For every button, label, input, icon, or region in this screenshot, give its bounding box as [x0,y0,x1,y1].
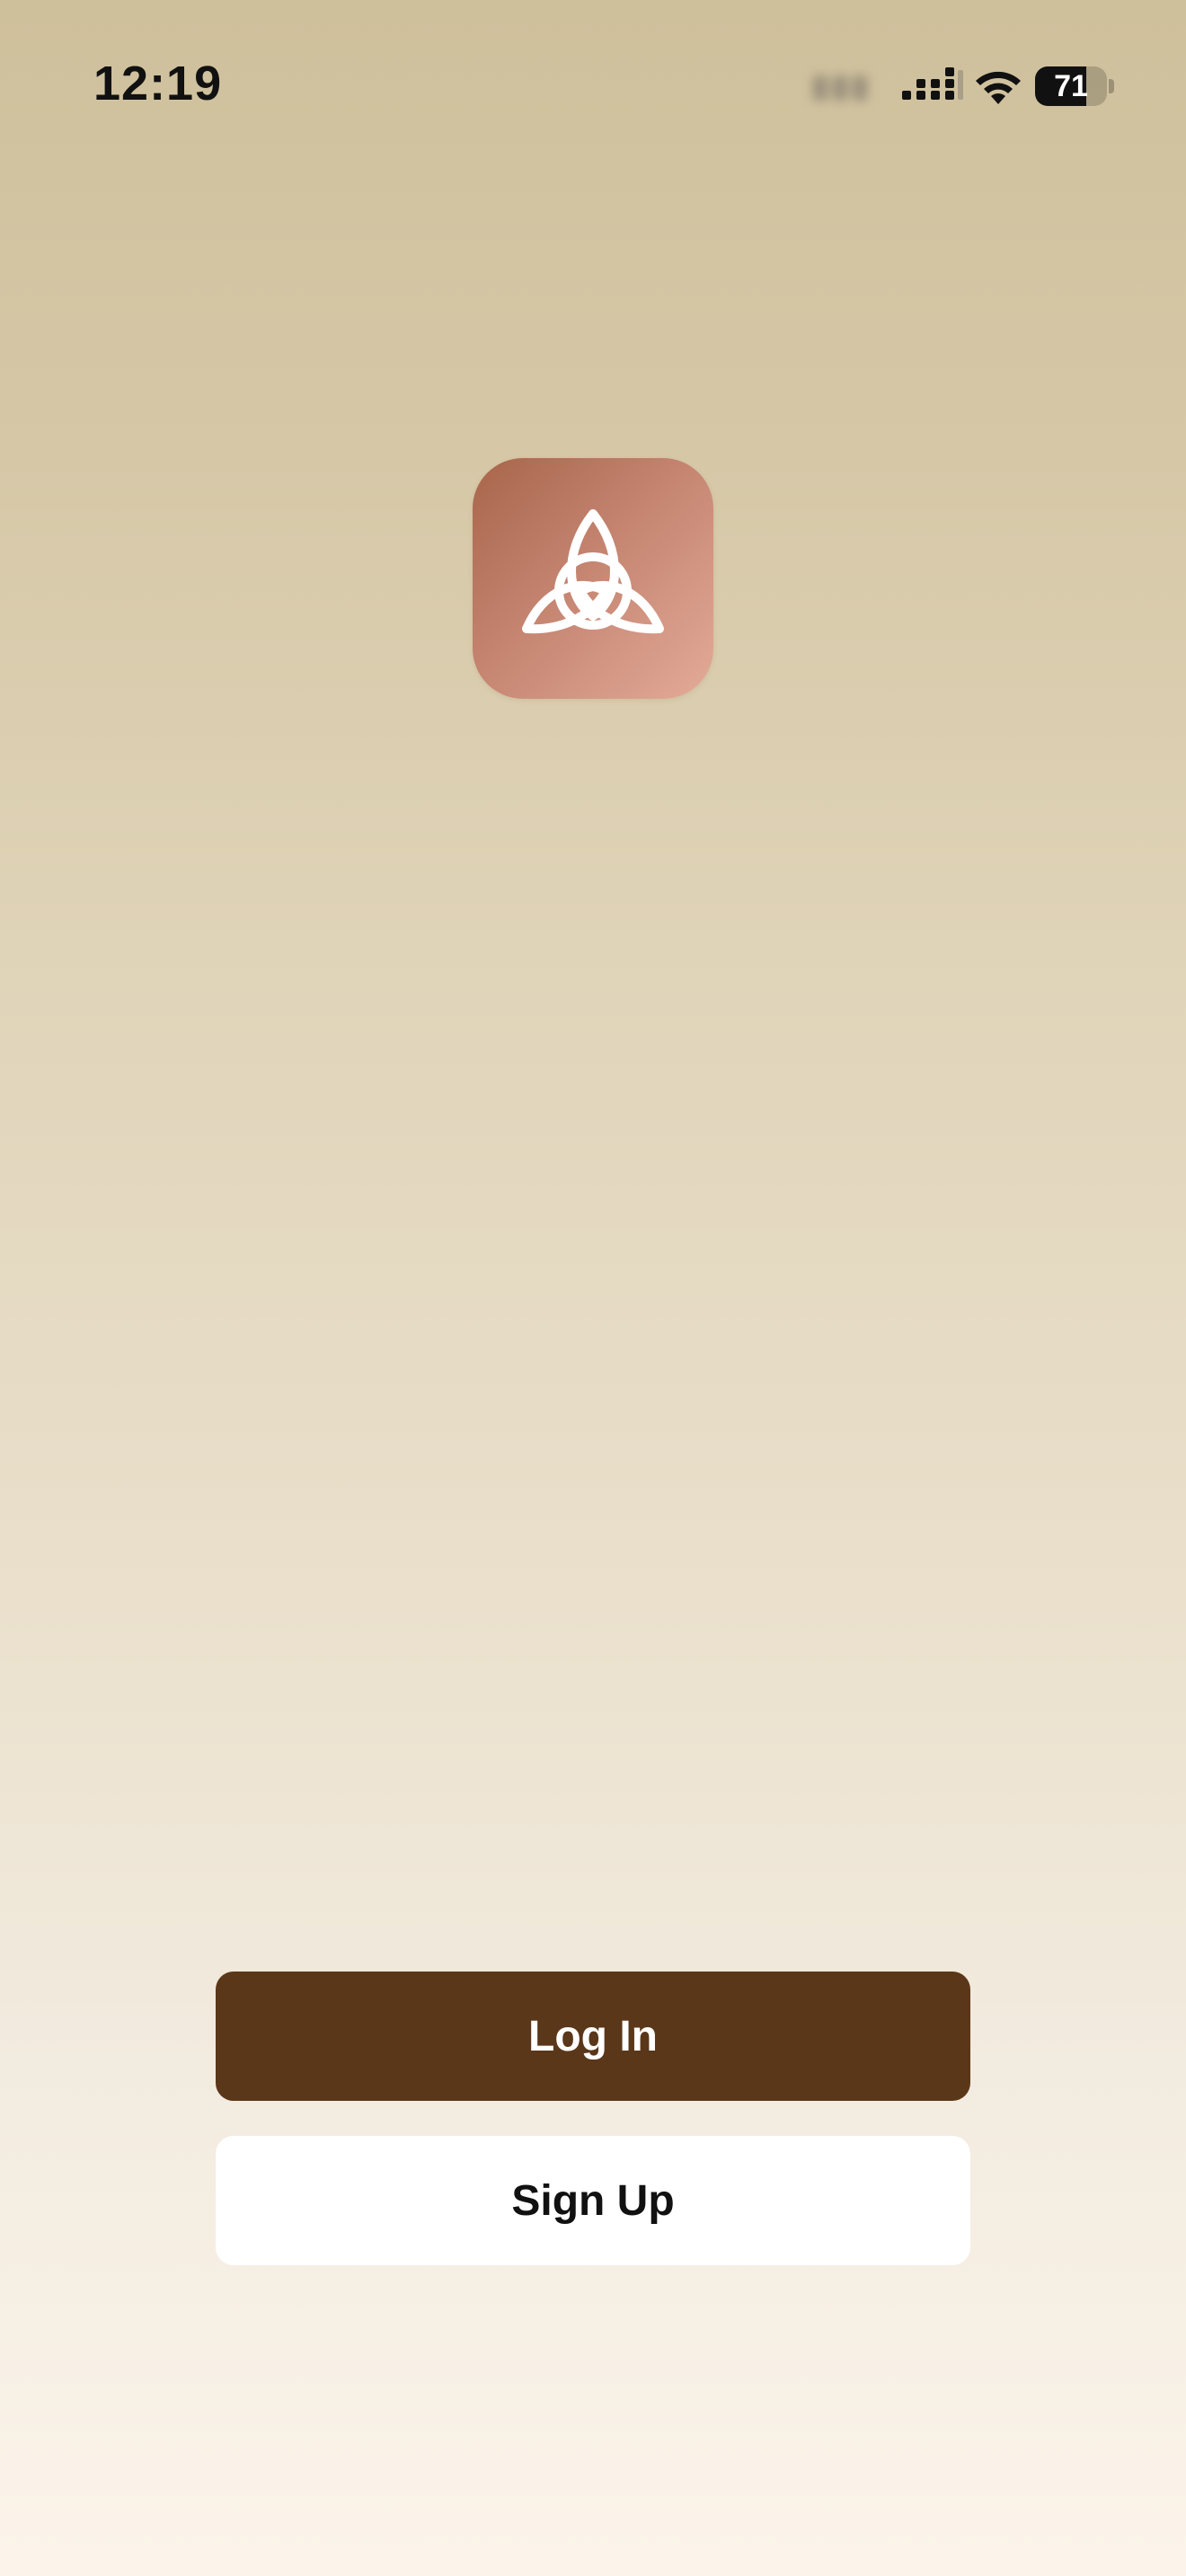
wifi-icon [976,71,1021,104]
blurred-status-indicators [813,70,883,106]
app-logo [473,458,713,699]
cellular-signal-icon [902,67,963,100]
signup-button[interactable]: Sign Up [216,2136,970,2265]
status-time: 12:19 [93,57,223,110]
triquetra-icon [522,509,664,634]
battery-icon: 71 [1035,66,1114,106]
login-button[interactable]: Log In [216,1972,970,2101]
battery-level: 71 [1054,69,1088,103]
status-bar: 12:19 71 [0,0,1186,171]
